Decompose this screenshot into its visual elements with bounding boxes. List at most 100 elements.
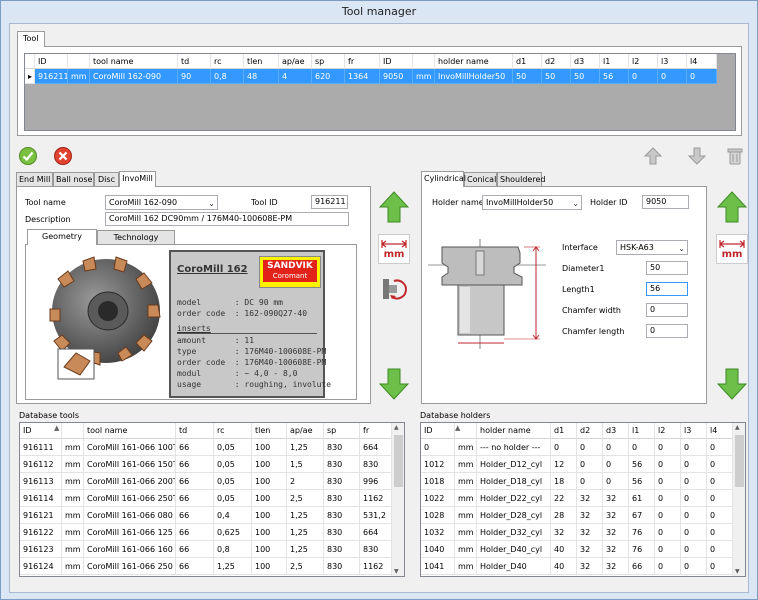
column-header[interactable]: l3 (658, 54, 687, 69)
tab-invomill[interactable]: InvoMill (119, 171, 156, 187)
scrollbar-thumb[interactable] (394, 435, 403, 487)
grid-data-row[interactable]: 1012 mm Holder_D12_cyl 12 0 0 56 0 0 0 (421, 456, 733, 473)
tab-tool[interactable]: Tool (17, 31, 45, 47)
save-holder-down-button[interactable] (716, 367, 748, 401)
grid-data-row[interactable]: 1032 mm Holder_D32_cyl 32 32 32 76 0 0 0 (421, 524, 733, 541)
grid-data-row[interactable]: ▸ 916211 mm CoroMill 162-090 90 0,8 48 4 620 1364… (25, 69, 735, 84)
grid-data-row[interactable]: 1018 mm Holder_D18_cyl 18 0 0 56 0 0 0 (421, 473, 733, 490)
grid-header-row: ID tool name td rc tlen ap/ae sp fr ▲ (20, 423, 398, 439)
delete-button[interactable] (724, 145, 746, 167)
column-header[interactable]: ID (421, 423, 455, 439)
chamfer-width-input[interactable]: 0 (646, 303, 688, 317)
grid-data-row[interactable]: 916123 mm CoroMill 161-066 160 66 0,8 100 1,25… (20, 541, 398, 558)
column-header[interactable]: ap/ae (287, 423, 324, 439)
grid-data-row[interactable]: 0 mm --- no holder --- 0 0 0 0 0 0 0 (421, 439, 733, 456)
load-holder-up-button[interactable] (716, 190, 748, 224)
grid-cell: 916114 (20, 490, 62, 507)
column-header[interactable]: ap/ae (279, 54, 312, 69)
tab-ball-nose[interactable]: Ball nose (53, 172, 94, 186)
column-header[interactable]: l4 (687, 54, 717, 69)
grid-data-row[interactable]: 916121 mm CoroMill 161-066 080 66 0,4 100 1,25… (20, 507, 398, 524)
column-header[interactable]: ID (380, 54, 413, 69)
holder-name-select[interactable]: InvoMillHolder50 ⌄ (482, 195, 582, 210)
column-header[interactable]: l4 (707, 423, 733, 439)
vertical-scrollbar[interactable]: ▲ ▼ (391, 423, 404, 576)
tab-end-mill[interactable]: End Mill (16, 172, 53, 186)
column-header[interactable]: l1 (600, 54, 629, 69)
move-down-button[interactable] (686, 145, 708, 167)
scroll-up-icon[interactable]: ▲ (735, 424, 740, 431)
column-header[interactable]: td (178, 54, 211, 69)
column-header[interactable]: tool name (84, 423, 176, 439)
load-tool-up-button[interactable] (378, 190, 410, 224)
column-header[interactable]: sp (312, 54, 345, 69)
tool-id-input[interactable]: 916211 (311, 195, 348, 209)
column-header[interactable]: l1 (629, 423, 655, 439)
column-header[interactable]: l2 (655, 423, 681, 439)
column-header[interactable] (413, 54, 435, 69)
grid-data-row[interactable]: 1022 mm Holder_D22_cyl 22 32 32 61 0 0 0 (421, 490, 733, 507)
save-tool-down-button[interactable] (378, 367, 410, 401)
grid-data-row[interactable]: 916111 mm CoroMill 161-066 100T 66 0,05 100 1,… (20, 439, 398, 456)
grid-data-row[interactable]: 916113 mm CoroMill 161-066 200T 66 0,05 100 2 8… (20, 473, 398, 490)
column-header[interactable]: d1 (551, 423, 577, 439)
units-mm-button[interactable]: mm (378, 234, 410, 264)
column-header[interactable] (68, 54, 90, 69)
cancel-button[interactable] (53, 146, 73, 166)
tab-conical[interactable]: Conical (464, 172, 497, 186)
grid-data-row[interactable]: 916122 mm CoroMill 161-066 125 66 0,625 100 1,… (20, 524, 398, 541)
column-header[interactable] (25, 54, 35, 69)
grid-data-row[interactable]: 1028 mm Holder_D28_cyl 28 32 32 67 0 0 0 (421, 507, 733, 524)
scroll-down-icon[interactable]: ▼ (394, 568, 399, 575)
grid-data-row[interactable]: 1040 mm Holder_D40_cyl 40 32 32 76 0 0 0 (421, 541, 733, 558)
grid-data-row[interactable]: 1041 mm Holder_D40 40 32 32 66 0 0 0 (421, 558, 733, 575)
scroll-up-icon[interactable]: ▲ (394, 424, 399, 431)
vertical-scrollbar[interactable]: ▲ ▼ (732, 423, 745, 576)
column-header[interactable]: rc (214, 423, 252, 439)
grid-cell: 0 (603, 473, 629, 490)
column-header[interactable]: fr (345, 54, 380, 69)
grid-data-row[interactable]: 916124 mm CoroMill 161-066 250 66 1,25 100 2,5… (20, 558, 398, 575)
move-up-button[interactable] (642, 145, 664, 167)
column-header[interactable]: rc (211, 54, 244, 69)
column-header[interactable]: td (176, 423, 214, 439)
column-header[interactable]: d3 (571, 54, 600, 69)
column-header[interactable]: ID (35, 54, 68, 69)
grid-cell: 40 (551, 558, 577, 575)
diameter1-input[interactable]: 50 (646, 261, 688, 275)
column-header[interactable]: d2 (542, 54, 571, 69)
length1-input[interactable]: 56 (646, 282, 688, 296)
column-header[interactable]: tool name (90, 54, 178, 69)
column-header[interactable]: holder name (477, 423, 551, 439)
grid-cell: mm (455, 541, 477, 558)
grid-cell: 1012 (421, 456, 455, 473)
grid-cell: 0,8 (214, 541, 252, 558)
interface-select[interactable]: HSK-A63 ⌄ (616, 240, 688, 255)
holder-id-input[interactable]: 9050 (642, 195, 689, 209)
column-header[interactable]: tlen (252, 423, 287, 439)
rotate-tool-button[interactable] (378, 274, 410, 304)
tool-name-select[interactable]: CoroMill 162-090 ⌄ (105, 195, 218, 210)
tab-disc[interactable]: Disc (94, 172, 119, 186)
scrollbar-thumb[interactable] (735, 435, 744, 487)
column-header[interactable]: tlen (244, 54, 279, 69)
ok-button[interactable] (18, 146, 38, 166)
column-header[interactable]: d1 (513, 54, 542, 69)
column-header[interactable]: sp (324, 423, 360, 439)
description-input[interactable]: CoroMill 162 DC90mm / 176M40-100608E-PM (105, 212, 349, 226)
column-header[interactable]: d3 (603, 423, 629, 439)
tab-shouldered[interactable]: Shouldered (497, 172, 545, 186)
column-header[interactable]: d2 (577, 423, 603, 439)
tab-geometry[interactable]: Geometry (27, 229, 97, 245)
tab-technology[interactable]: Technology (97, 230, 175, 244)
chamfer-length-input[interactable]: 0 (646, 324, 688, 338)
scroll-down-icon[interactable]: ▼ (735, 568, 740, 575)
grid-data-row[interactable]: 916112 mm CoroMill 161-066 150T 66 0,05 100 1,… (20, 456, 398, 473)
column-header[interactable]: holder name (435, 54, 513, 69)
holder-units-mm-button[interactable]: mm (716, 234, 748, 264)
column-header[interactable]: l3 (681, 423, 707, 439)
tab-cylindrical[interactable]: Cylindrical (421, 171, 466, 187)
grid-data-row[interactable]: 916114 mm CoroMill 161-066 250T 66 0,05 100 2,… (20, 490, 398, 507)
column-header[interactable] (62, 423, 84, 439)
column-header[interactable]: l2 (629, 54, 658, 69)
